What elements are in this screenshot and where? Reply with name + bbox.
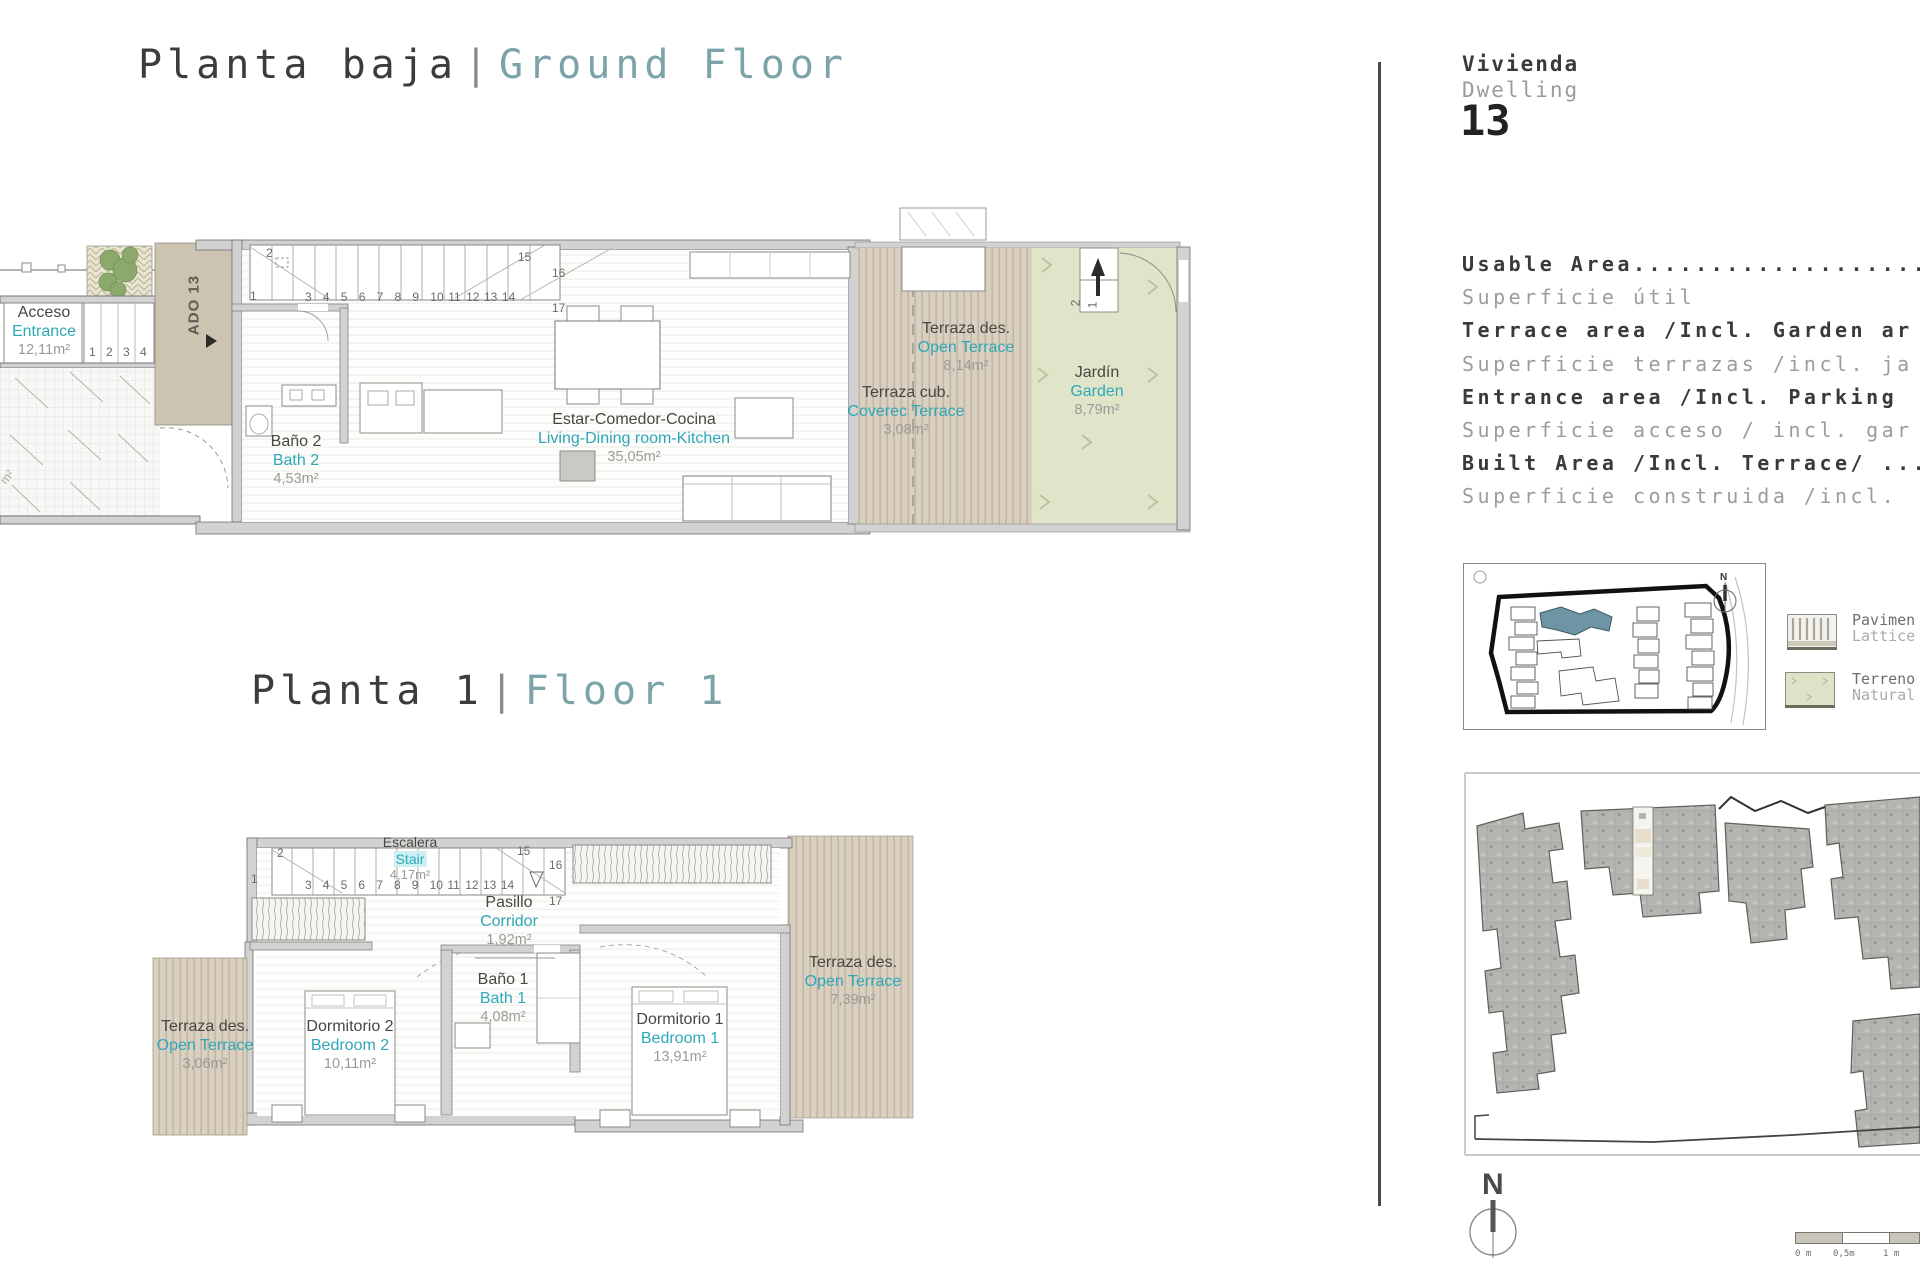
stair-number: 1 (251, 872, 258, 886)
site-plan-large (1464, 772, 1920, 1156)
floor1-title: Planta 1 | Floor 1 (251, 668, 728, 714)
unit-marker-label: ADO 13 (185, 274, 203, 336)
stair-number: 14 (500, 878, 515, 892)
stair-number: 3 (123, 345, 130, 359)
spec-line: Entrance area /Incl. Parking (1462, 384, 1898, 409)
stair-number: 15 (518, 250, 532, 264)
legend-swatch-lattice (1787, 614, 1837, 650)
stair-number: 8 (394, 290, 402, 304)
stair-number: 2 (277, 846, 284, 860)
room-label-terrace-right: Terraza des. Open Terrace 7,39m² (804, 954, 902, 1008)
room-label-bath1: Baño 1 Bath 1 4,08m² (477, 971, 529, 1025)
panel-divider (1378, 62, 1381, 1206)
stair-number: 1 (89, 345, 96, 359)
stair-number: 4 (140, 345, 147, 359)
ground-floor-plan (0, 207, 1191, 535)
stair-number: 2 (106, 345, 113, 359)
unit-entry-arrow-icon (206, 334, 217, 348)
room-label-terrace-left: Terraza des. Open Terrace 3,06m² (156, 1018, 254, 1072)
minimap-compass-n: N (1720, 572, 1727, 583)
stair-number: 13 (483, 878, 497, 892)
stair-number: 16 (552, 266, 566, 280)
stair-number: 9 (412, 290, 420, 304)
dwelling-label-es: Vivienda (1462, 52, 1580, 76)
stair-number: 7 (376, 290, 384, 304)
stair-number: 9 (411, 878, 419, 892)
stair-number: 11 (448, 290, 461, 304)
compass-n: N (1482, 1168, 1504, 1201)
garden-step-number: 2 (1068, 299, 1083, 307)
stair-number: 5 (340, 878, 348, 892)
stair-number: 3 (305, 878, 312, 892)
stair-number: 10 (430, 290, 444, 304)
room-label-bath2: Baño 2 Bath 2 4,53m² (270, 433, 322, 487)
title-en: Ground Floor (499, 42, 848, 88)
scale-bar: 0 m 0,5m 1 m (1795, 1232, 1920, 1259)
spec-line: Superficie terrazas /incl. ja (1462, 351, 1913, 376)
legend-swatch-natural (1785, 672, 1835, 708)
spec-line: Terrace area /Incl. Garden ar (1462, 318, 1913, 343)
stair-number: 13 (484, 290, 498, 304)
stair-number: 17 (549, 894, 563, 908)
title-separator: | (463, 42, 493, 88)
plan-sheet: Planta baja | Ground Floor Planta 1 | Floor … (0, 0, 1920, 1280)
stair-number: 6 (358, 290, 366, 304)
stair-number: 3 (305, 290, 312, 304)
stair-number: 12 (466, 290, 480, 304)
site-minimap: N (1463, 563, 1766, 730)
room-label-covered-terrace: Terraza cub. Coverec Terrace 3,08m² (847, 384, 965, 438)
stair-number: 4 (322, 290, 330, 304)
dwelling-number: 13 (1460, 96, 1511, 145)
spec-line: Superficie acceso / incl. gar (1462, 418, 1913, 443)
stair-number: 16 (549, 858, 563, 872)
stair-number: 17 (552, 301, 566, 315)
stair-number: 15 (517, 844, 531, 858)
ground-floor-title: Planta baja | Ground Floor (138, 42, 848, 88)
room-label-bedroom2: Dormitorio 2 Bedroom 2 10,11m² (306, 1018, 394, 1072)
spec-line: Usable Area......................... (1462, 252, 1920, 276)
room-label-bedroom1: Dormitorio 1 Bedroom 1 13,91m² (636, 1011, 724, 1065)
stair-number: 5 (340, 290, 348, 304)
stair-number: 1 (250, 289, 257, 303)
title-es: Planta baja (138, 42, 458, 88)
spec-line: Superficie útil (1462, 285, 1696, 310)
scale-label-0: 0 m (1795, 1249, 1811, 1259)
stair-number: 6 (358, 878, 366, 892)
room-label-living: Estar-Comedor-Cocina Living-Dining room-… (537, 411, 731, 465)
legend-item-lattice: Pavimen Lattice (1852, 611, 1916, 645)
stair-number: 12 (465, 878, 479, 892)
stair-number: 14 (501, 290, 516, 304)
stair-number: 7 (376, 878, 383, 892)
room-label-garden: Jardín Garden 8,79m² (1070, 364, 1124, 418)
scale-label-05: 0,5m (1833, 1249, 1855, 1259)
stair-number: 4 (322, 878, 330, 892)
scale-label-1: 1 m (1883, 1249, 1899, 1259)
spec-line: Built Area /Incl. Terrace/ ... (1462, 451, 1920, 476)
spec-line: Superficie construida /incl. (1462, 484, 1898, 509)
garden-step-number: 1 (1085, 301, 1100, 309)
stair-number: 10 (429, 878, 443, 892)
title-en: Floor 1 (524, 668, 729, 714)
room-label-corridor: Pasillo Corridor 1,92m² (480, 894, 538, 948)
stair-number: 8 (394, 878, 401, 892)
legend-item-natural: Terreno Natural (1852, 670, 1916, 704)
title-es: Planta 1 (251, 668, 484, 714)
stair-number: 11 (447, 878, 460, 892)
area-spec-list: Usable Area......................... Sup… (1462, 248, 1920, 514)
room-label-open-terrace: Terraza des. Open Terrace 8,14m² (917, 320, 1015, 374)
stair-number: 2 (266, 246, 273, 260)
room-label-entrance: Acceso Entrance 12,11m² (11, 304, 77, 358)
room-label-stair: Escalera Stair 4,17m² (382, 834, 438, 883)
north-compass: N (1469, 1168, 1517, 1258)
title-separator: | (489, 668, 519, 714)
